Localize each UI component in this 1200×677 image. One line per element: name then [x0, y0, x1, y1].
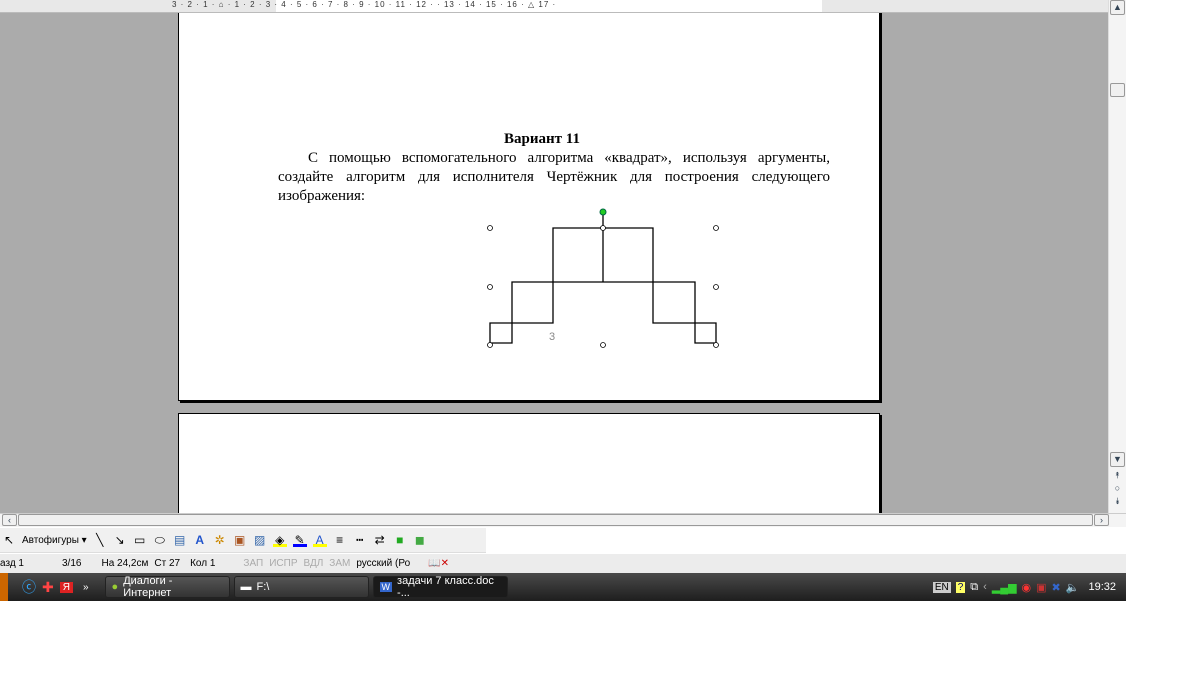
horizontal-ruler[interactable]: 3 · 2 · 1 · ⌂ · 1 · 2 · 3 · 4 · 5 · 6 · …	[0, 0, 1108, 13]
quicklaunch-plus-icon[interactable]: ✚	[42, 579, 54, 596]
scroll-left-button[interactable]: ‹	[2, 514, 17, 526]
arrow-icon[interactable]: ↘	[113, 533, 127, 547]
taskbar-item-label: Диалоги - Интернет	[123, 575, 173, 599]
resize-handle-nw[interactable]	[487, 225, 493, 231]
resize-handle-e[interactable]	[713, 284, 719, 290]
drawing-toolbar: ↖ Автофигуры ▾ ╲ ↘ ▭ ⬭ ▤ A ✲ ▣ ▨ ◈ ✎ A ≡…	[0, 528, 486, 553]
network-disconnected-icon[interactable]: ✖	[1052, 581, 1061, 594]
signal-icon: ▂▄▆	[991, 581, 1017, 594]
browser-icon: ●	[111, 581, 119, 593]
font-color-icon[interactable]: A	[312, 533, 327, 547]
taskbar: ⓒ ✚ Я » ● Диалоги - Интернет ▬ F:\ W зад…	[0, 573, 1126, 601]
quicklaunch-browser-icon[interactable]: ⓒ	[22, 577, 36, 597]
system-tray: EN ? ⧉ ‹ ▂▄▆ ◉ ▣ ✖ 🔈 19:32	[923, 573, 1126, 601]
quicklaunch-yandex-icon[interactable]: Я	[59, 581, 73, 593]
resize-handle-w[interactable]	[487, 284, 493, 290]
scroll-up-button[interactable]: ▲	[1110, 0, 1125, 15]
horizontal-scroll-thumb[interactable]	[18, 514, 1093, 526]
status-trk[interactable]: ИСПР	[269, 558, 297, 569]
wordart-icon[interactable]: A	[193, 533, 207, 547]
status-column: Кол 1	[190, 558, 216, 569]
shadow-icon[interactable]: ■	[393, 533, 407, 547]
resize-handle-sw[interactable]	[487, 342, 493, 348]
status-position: На 24,2см	[101, 558, 149, 569]
autoshapes-menu[interactable]: Автофигуры ▾	[22, 535, 87, 546]
status-ovr[interactable]: ЗАМ	[329, 558, 350, 569]
dash-style-icon[interactable]: ┅	[353, 533, 367, 547]
status-pages: 3/16	[62, 558, 82, 569]
status-language[interactable]: русский (Ро	[356, 558, 410, 569]
resize-handle-se[interactable]	[713, 342, 719, 348]
scroll-thumb[interactable]	[1110, 83, 1125, 97]
drive-icon: ▬	[240, 581, 252, 593]
volume-icon[interactable]: 🔈	[1066, 581, 1080, 594]
selected-drawing[interactable]: 3	[480, 200, 730, 360]
line-style-icon[interactable]: ≡	[333, 533, 347, 547]
task-text: С помощью вспомогательного алгоритма «кв…	[278, 150, 830, 204]
arrow-style-icon[interactable]: ⇄	[373, 533, 387, 547]
vertical-scrollbar[interactable]: ▲ ▼ ⯭ ○ ⯯	[1108, 0, 1126, 513]
drawing-label: 3	[549, 331, 555, 343]
scroll-right-button[interactable]: ›	[1094, 514, 1109, 526]
diagram-icon[interactable]: ✲	[213, 533, 227, 547]
rectangle-icon[interactable]: ▭	[133, 533, 147, 547]
next-page-button[interactable]: ⯯	[1110, 495, 1125, 510]
resize-handle-ne[interactable]	[713, 225, 719, 231]
taskbar-item-explorer[interactable]: ▬ F:\	[233, 576, 369, 598]
rotate-handle[interactable]	[599, 208, 607, 216]
picture-icon[interactable]: ▨	[253, 533, 267, 547]
network-icon[interactable]: ▣	[1036, 581, 1046, 594]
taskbar-item-browser[interactable]: ● Диалоги - Интернет	[104, 575, 230, 599]
variant-title: Вариант 11	[504, 131, 580, 147]
textbox-icon[interactable]: ▤	[173, 533, 187, 547]
fill-color-icon[interactable]: ◈	[272, 533, 287, 547]
clipart-icon[interactable]: ▣	[233, 533, 247, 547]
language-indicator[interactable]: EN	[932, 581, 951, 593]
clock[interactable]: 19:32	[1088, 581, 1116, 593]
taskbar-item-word[interactable]: W задачи 7 класс.doc -...	[372, 575, 508, 599]
line-color-icon[interactable]: ✎	[292, 533, 307, 547]
show-hidden-icons[interactable]: ‹	[983, 581, 987, 593]
3d-icon[interactable]: ◼	[413, 533, 427, 547]
resize-handle-s[interactable]	[600, 342, 606, 348]
status-rec[interactable]: ЗАП	[243, 558, 263, 569]
horizontal-scrollbar[interactable]: ‹ ›	[0, 513, 1126, 527]
line-icon[interactable]: ╲	[93, 533, 107, 547]
staircase-figure	[489, 212, 717, 344]
word-doc-icon: W	[379, 582, 393, 592]
antivirus-icon[interactable]: ◉	[1022, 581, 1032, 594]
start-button[interactable]	[0, 573, 8, 601]
document-page-next[interactable]	[178, 413, 880, 513]
taskbar-item-label: задачи 7 класс.doc -...	[397, 575, 494, 599]
status-bar: азд 1 3/16 На 24,2см Ст 27 Кол 1 ЗАП ИСП…	[0, 553, 1126, 573]
ruler-numbers: 3 · 2 · 1 · ⌂ · 1 · 2 · 3 · 4 · 5 · 6 · …	[172, 0, 557, 9]
restore-icon[interactable]: ⧉	[970, 581, 978, 594]
scroll-down-button[interactable]: ▼	[1110, 452, 1125, 467]
taskbar-item-label: F:\	[256, 581, 270, 593]
oval-icon[interactable]: ⬭	[153, 533, 167, 547]
resize-handle-n[interactable]	[600, 225, 606, 231]
status-ext[interactable]: ВДЛ	[304, 558, 324, 569]
help-icon[interactable]: ?	[955, 581, 966, 593]
quicklaunch-more-icon[interactable]: »	[83, 582, 89, 593]
select-arrow-icon[interactable]: ↖	[2, 533, 16, 547]
spelling-status-icon[interactable]: 📖✕	[428, 558, 449, 569]
status-section: азд 1	[0, 558, 24, 569]
status-line: Ст 27	[154, 558, 181, 569]
